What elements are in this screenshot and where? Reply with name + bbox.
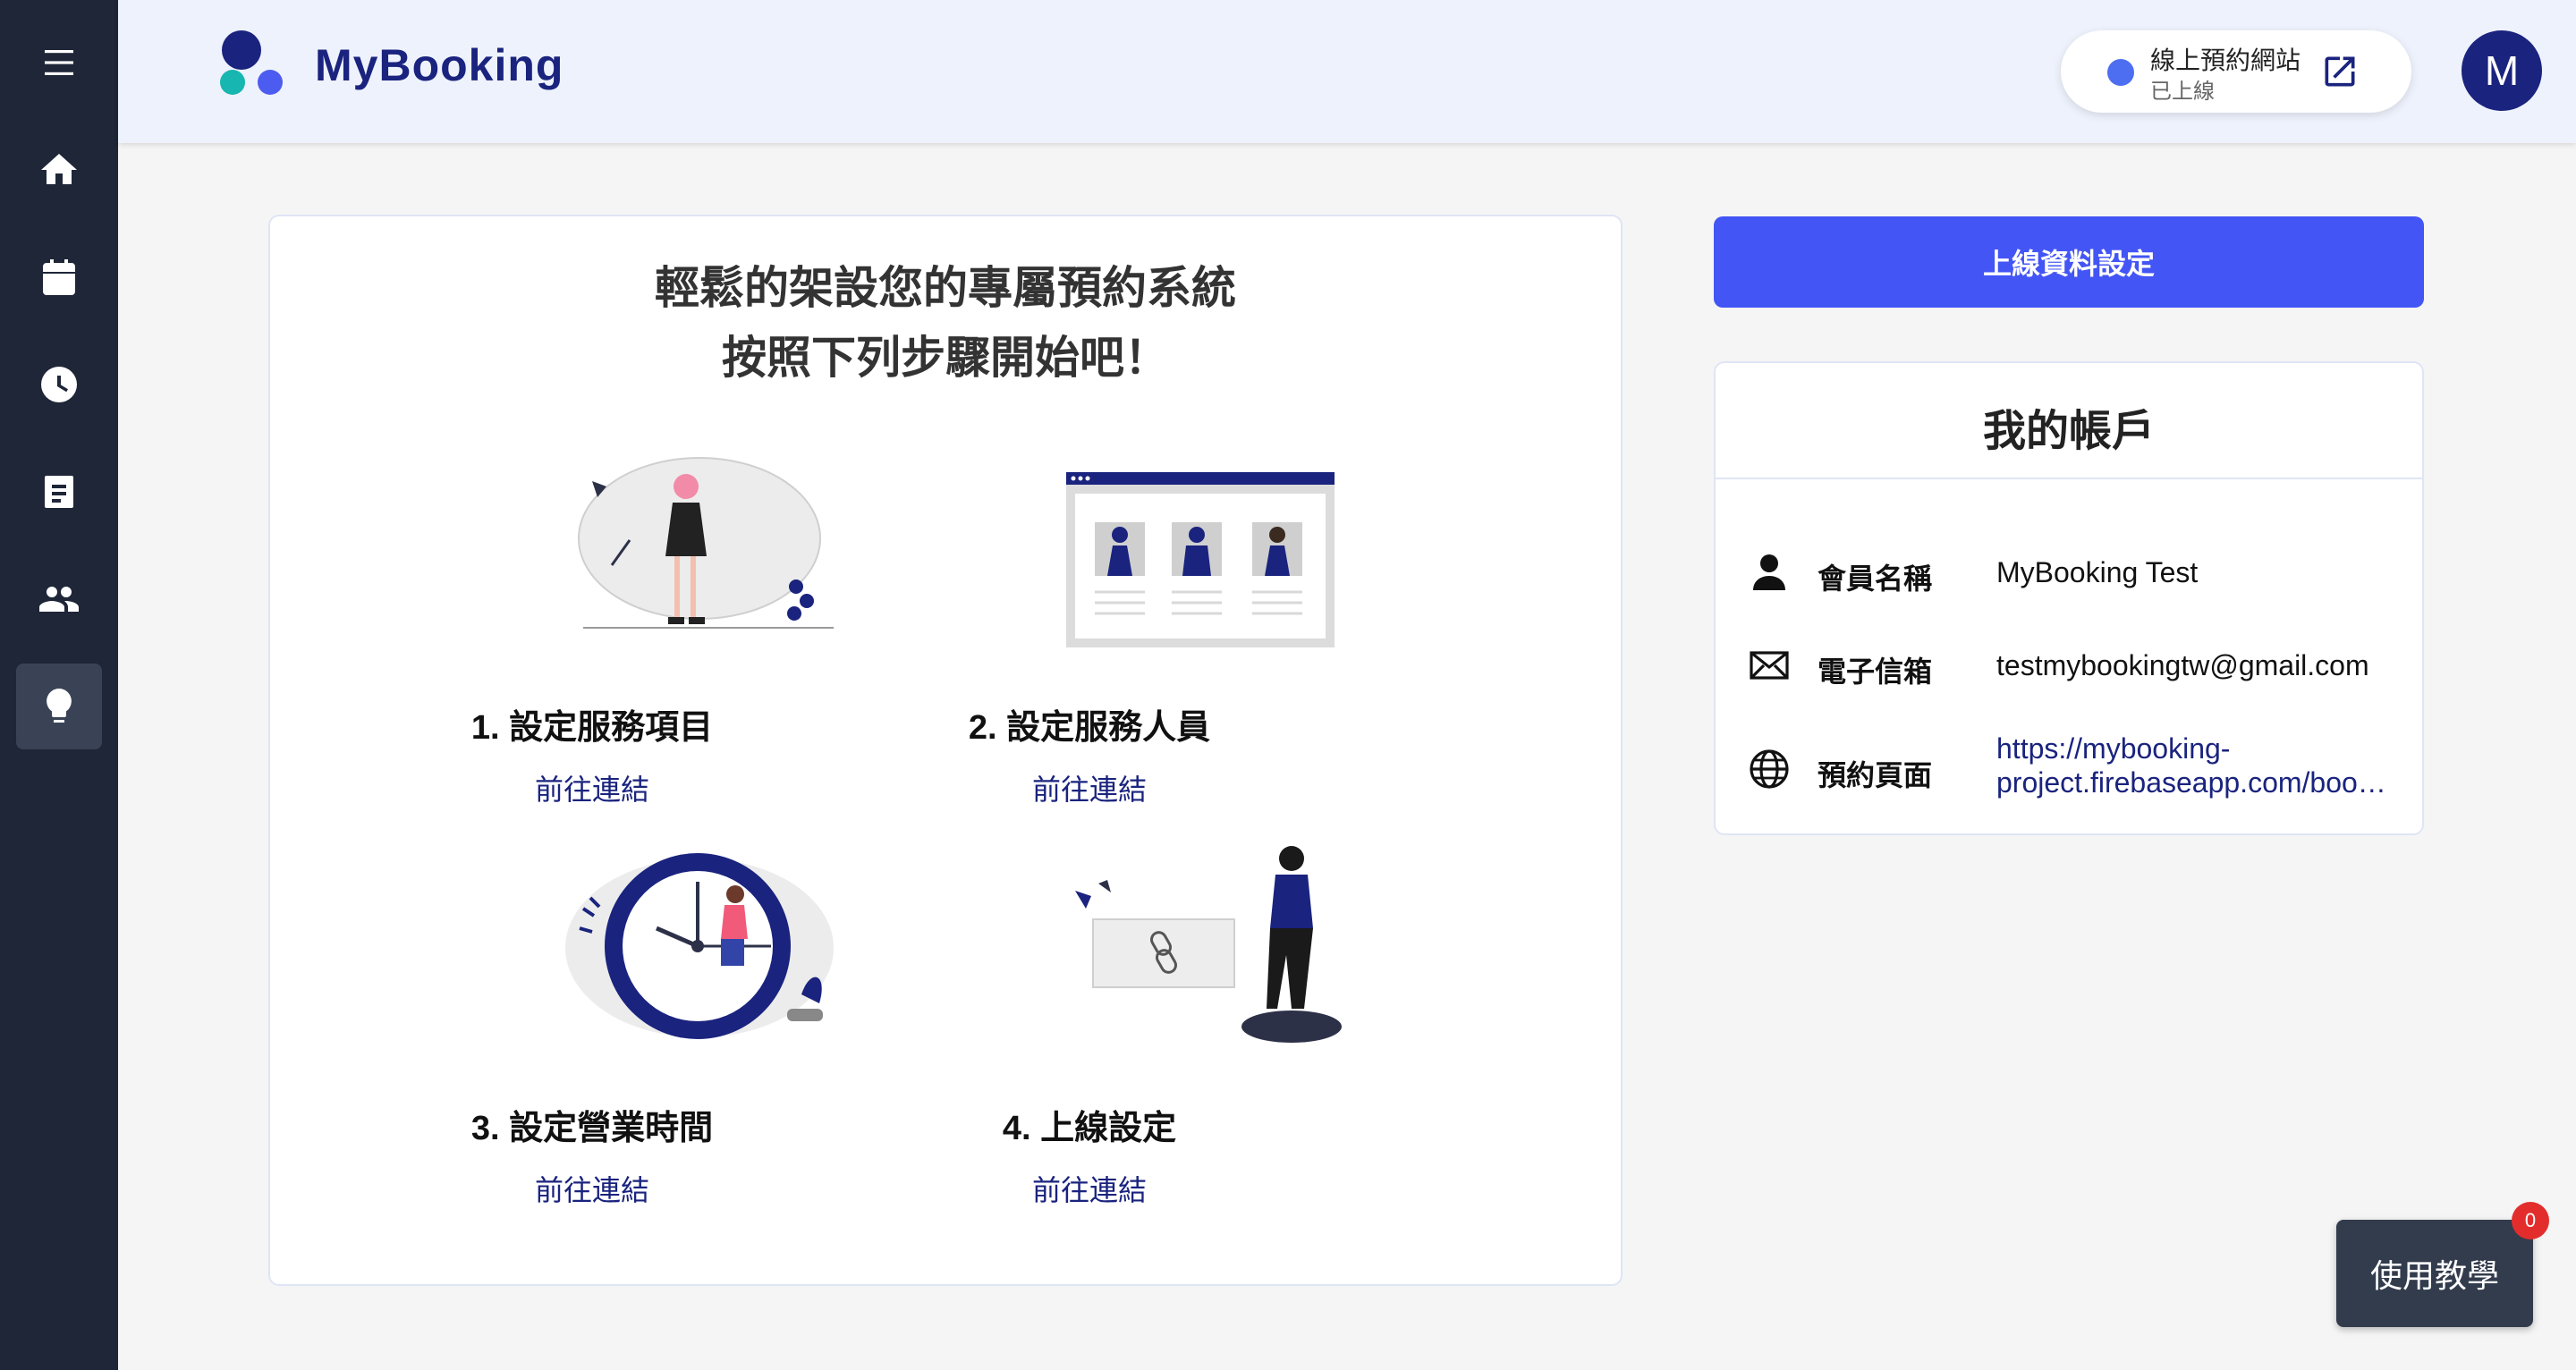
step-1-link[interactable]: 前往連結 [413, 767, 771, 808]
external-link-icon[interactable] [2320, 52, 2360, 91]
booking-page-link[interactable]: https://mybooking- project.firebaseapp.c… [1996, 732, 2408, 799]
headline-line-1: 輕鬆的架設您的專屬預約系統 [655, 263, 1236, 313]
document-icon [45, 476, 73, 508]
divider [1716, 478, 2422, 479]
menu-icon [45, 50, 73, 75]
site-title: 線上預約網站 [2150, 47, 2301, 74]
step-3-link[interactable]: 前往連結 [413, 1168, 771, 1209]
onboarding-card: 輕鬆的架設您的專屬預約系統 按照下列步驟開始吧！ 1. 設定服務項目 前往連結 [268, 215, 1623, 1286]
booking-page-label: 預約頁面 [1818, 759, 1933, 791]
notification-badge: 0 [2512, 1202, 2549, 1239]
site-status: 已上線 [2150, 80, 2215, 104]
booking-page-url-line-1: https://mybooking- [1996, 732, 2231, 765]
member-name-value: MyBooking Test [1996, 556, 2199, 588]
brand-name[interactable]: MyBooking [315, 39, 564, 91]
mail-icon [1750, 651, 1789, 680]
home-icon [41, 154, 77, 184]
account-title: 我的帳戶 [1982, 408, 2155, 455]
sidebar [0, 0, 118, 1370]
calendar-icon [43, 259, 75, 295]
step-4-link[interactable]: 前往連結 [911, 1168, 1268, 1209]
publish-settings-button[interactable]: 上線資料設定 [1714, 216, 2424, 308]
online-site-button[interactable]: 線上預約網站 已上線 [2061, 30, 2411, 113]
people-icon [39, 587, 79, 612]
site-status-dot [2107, 59, 2134, 86]
lightbulb-icon [47, 689, 72, 723]
sidebar-item-home[interactable] [16, 127, 102, 213]
step-3-title: 3. 設定營業時間 [470, 1110, 714, 1147]
booking-page-url-line-2: project.firebaseapp.com/boo… [1996, 766, 2386, 799]
menu-button[interactable] [16, 20, 102, 106]
avatar[interactable]: M [2462, 30, 2542, 111]
publish-illustration [1075, 846, 1342, 1043]
step-4-title: 4. 上線設定 [1002, 1110, 1177, 1147]
tutorial-button[interactable]: 使用教學 [2336, 1220, 2533, 1327]
email-label: 電子信箱 [1818, 655, 1933, 688]
top-bar: MyBooking 線上預約網站 已上線 M [118, 0, 2576, 143]
sidebar-item-members[interactable] [16, 556, 102, 642]
brand-logo[interactable] [216, 25, 297, 118]
sidebar-item-hours[interactable] [16, 342, 102, 427]
sidebar-item-calendar[interactable] [16, 234, 102, 320]
account-card: 我的帳戶 會員名稱 MyBooking Test 電子信箱 testmybook… [1714, 361, 2424, 835]
member-name-label: 會員名稱 [1818, 562, 1933, 595]
sidebar-item-records[interactable] [16, 449, 102, 535]
headline-line-2: 按照下列步驟開始吧！ [722, 333, 1169, 383]
step-2-link[interactable]: 前往連結 [911, 767, 1268, 808]
services-illustration [578, 457, 834, 629]
staff-illustration [1066, 472, 1335, 647]
step-1-title: 1. 設定服務項目 [470, 709, 714, 747]
hours-illustration [565, 853, 834, 1039]
clock-icon [41, 367, 77, 402]
sidebar-item-guide[interactable] [16, 664, 102, 749]
email-value: testmybookingtw@gmail.com [1996, 649, 2369, 681]
step-2-title: 2. 設定服務人員 [968, 709, 1211, 747]
person-icon [1753, 554, 1785, 590]
globe-icon [1750, 749, 1789, 789]
